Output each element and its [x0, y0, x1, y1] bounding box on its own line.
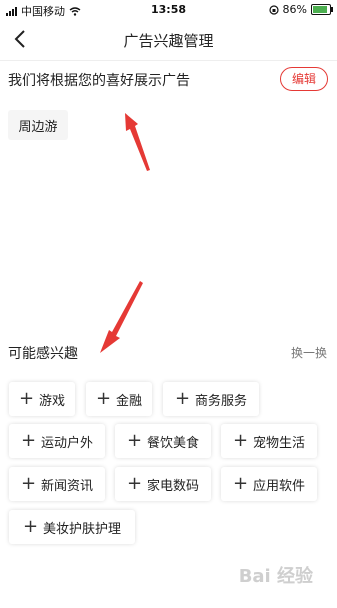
annotation-arrows: [100, 113, 150, 353]
annotation-arrow-up: [125, 113, 150, 171]
watermark: Bai 经验: [238, 566, 313, 587]
annotation-arrow-down: [100, 281, 143, 353]
